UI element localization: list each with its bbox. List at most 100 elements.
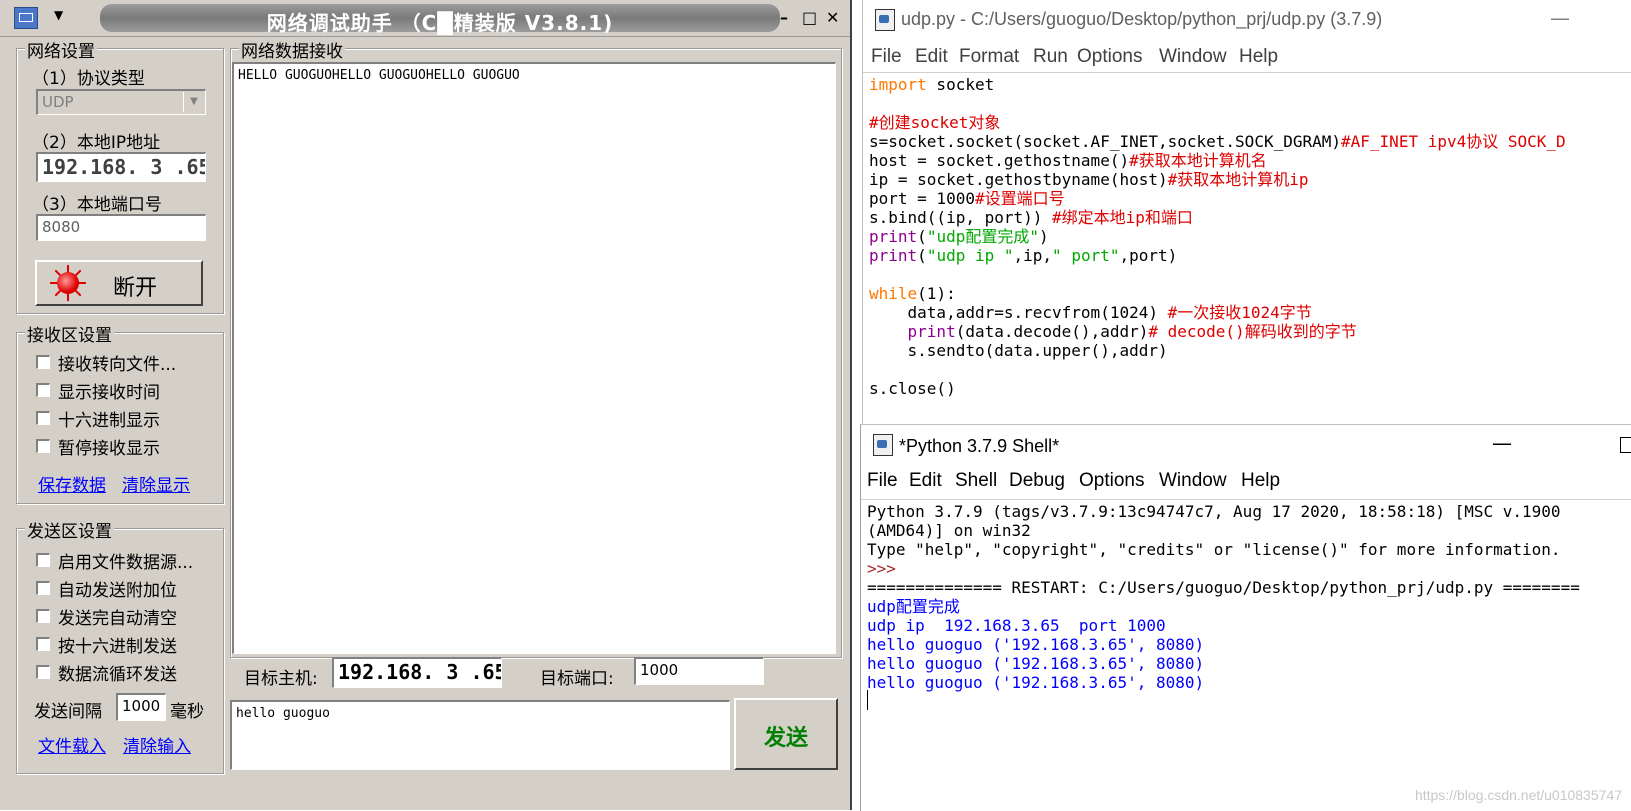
shell-title: *Python 3.7.9 Shell* — [899, 436, 1060, 456]
shell-line: Python 3.7.9 (tags/v3.7.9:13c94747c7, Au… — [867, 502, 1561, 521]
clear-input-link[interactable]: 清除输入 — [123, 732, 191, 757]
menu-file[interactable]: File — [867, 470, 898, 492]
watermark: https://blog.csdn.net/u010835747 — [1414, 787, 1622, 803]
disconnect-button[interactable]: 断开 — [35, 260, 203, 306]
shell-prompt: >>> — [867, 559, 896, 578]
code-editor[interactable]: import socket #创建socket对象 s=socket.socke… — [863, 72, 1631, 424]
menu-shell[interactable]: Shell — [955, 470, 997, 492]
target-host-label: 目标主机: — [244, 669, 318, 689]
send-button-label: 发送 — [763, 726, 808, 751]
editor-titlebar[interactable]: udp.py - C:/Users/guoguo/Desktop/python_… — [863, 0, 1631, 40]
load-file-link[interactable]: 文件载入 — [38, 732, 106, 757]
netassist-titlebar[interactable]: ▼ 网络调试助手 （C█精装版 V3.8.1) – □ ✕ — [0, 0, 850, 37]
menu-format[interactable]: Format — [959, 46, 1019, 68]
shell-line: hello guoguo ('192.168.3.65', 8080) — [867, 673, 1205, 692]
send-button[interactable]: 发送 — [734, 698, 838, 770]
local-ip-field[interactable]: 192.168. 3 .65 — [36, 152, 206, 182]
checkbox-hex-send[interactable] — [36, 637, 50, 651]
shell-line: hello guoguo ('192.168.3.65', 8080) — [867, 654, 1205, 673]
local-port-label: （3）本地端口号 — [32, 195, 162, 215]
local-port-field[interactable]: 8080 — [36, 214, 206, 241]
code-line: import socket — [869, 75, 995, 94]
shell-menubar: File Edit Shell Debug Options Window Hel… — [861, 467, 1631, 497]
minimize-icon[interactable]: — — [1492, 431, 1512, 455]
menu-window[interactable]: Window — [1159, 470, 1227, 492]
send-interval-field[interactable]: 1000 — [116, 693, 166, 721]
code-line: #创建socket对象 — [869, 113, 1001, 132]
send-content: hello guoguo — [236, 706, 330, 721]
maximize-icon[interactable]: □ — [802, 8, 817, 27]
checkbox-label: 启用文件数据源... — [58, 553, 194, 573]
target-port-field[interactable]: 1000 — [634, 657, 764, 685]
checkbox-pause-display[interactable] — [36, 439, 50, 453]
minimize-icon[interactable]: — — [1550, 6, 1570, 30]
code-line: print("udp配置完成") — [869, 227, 1049, 246]
code-line: data,addr=s.recvfrom(1024) #一次接收1024字节 — [869, 303, 1312, 322]
menu-edit[interactable]: Edit — [909, 470, 942, 492]
maximize-icon[interactable] — [1620, 437, 1631, 453]
save-data-link[interactable]: 保存数据 — [38, 471, 106, 496]
group-label: 接收区设置 — [25, 321, 114, 346]
chevron-down-icon[interactable]: ▼ — [183, 92, 204, 112]
menu-window[interactable]: Window — [1159, 46, 1227, 68]
code-line: print("udp ip ",ip," port",port) — [869, 246, 1178, 265]
code-line: ip = socket.gethostbyname(host)#获取本地计算机i… — [869, 170, 1309, 189]
disconnect-button-label: 断开 — [113, 276, 158, 301]
menu-run[interactable]: Run — [1033, 46, 1068, 68]
checkbox-show-recv-time[interactable] — [36, 383, 50, 397]
menu-options[interactable]: Options — [1077, 46, 1142, 68]
checkbox-recv-to-file[interactable] — [36, 355, 50, 369]
menu-options[interactable]: Options — [1079, 470, 1144, 492]
group-label: 网络设置 — [25, 37, 97, 62]
checkbox-auto-append[interactable] — [36, 581, 50, 595]
checkbox-loop-send[interactable] — [36, 665, 50, 679]
shell-line: hello guoguo ('192.168.3.65', 8080) — [867, 635, 1205, 654]
clear-display-link[interactable]: 清除显示 — [122, 471, 190, 496]
checkbox-hex-display[interactable] — [36, 411, 50, 425]
checkbox-label: 自动发送附加位 — [58, 581, 177, 601]
shell-line: udp配置完成 — [867, 597, 960, 616]
checkbox-auto-clear[interactable] — [36, 609, 50, 623]
minimize-icon[interactable]: – — [780, 8, 788, 27]
menu-file[interactable]: File — [871, 46, 902, 68]
window-title: 网络调试助手 （C█精装版 V3.8.1) — [266, 11, 614, 35]
group-label: 网络数据接收 — [239, 37, 345, 62]
menu-debug[interactable]: Debug — [1009, 470, 1065, 492]
python-file-icon — [875, 9, 895, 31]
checkbox-label: 按十六进制发送 — [58, 637, 177, 657]
led-status-icon — [57, 272, 79, 294]
send-textarea[interactable]: hello guoguo — [230, 700, 730, 770]
code-line: s.sendto(data.upper(),addr) — [869, 341, 1168, 360]
recv-textarea[interactable]: HELLO GUOGUOHELLO GUOGUOHELLO GUOGUO — [232, 62, 836, 654]
menu-help[interactable]: Help — [1239, 46, 1278, 68]
shell-line: ============== RESTART: C:/Users/guoguo/… — [867, 578, 1580, 597]
interval-unit-label: 毫秒 — [170, 702, 204, 722]
close-icon[interactable]: ✕ — [826, 8, 839, 27]
group-label: 发送区设置 — [25, 517, 114, 542]
menu-help[interactable]: Help — [1241, 470, 1280, 492]
system-menu-icon[interactable] — [14, 7, 38, 29]
shell-line: Type "help", "copyright", "credits" or "… — [867, 540, 1561, 559]
checkbox-label: 发送完自动清空 — [58, 609, 177, 629]
recv-content: HELLO GUOGUOHELLO GUOGUOHELLO GUOGUO — [238, 68, 520, 83]
checkbox-label: 十六进制显示 — [58, 411, 160, 431]
protocol-value: UDP — [42, 93, 74, 111]
code-line: while(1): — [869, 284, 956, 303]
target-port-label: 目标端口: — [540, 669, 614, 689]
title-banner: 网络调试助手 （C█精装版 V3.8.1) — [100, 4, 780, 35]
shell-output[interactable]: Python 3.7.9 (tags/v3.7.9:13c94747c7, Au… — [861, 499, 1631, 710]
checkbox-file-source[interactable] — [36, 553, 50, 567]
shell-line: (AMD64)] on win32 — [867, 521, 1031, 540]
target-host-field[interactable]: 192.168. 3 .65 — [332, 657, 502, 688]
shell-line: udp ip 192.168.3.65 port 1000 — [867, 616, 1166, 635]
editor-window: udp.py - C:/Users/guoguo/Desktop/python_… — [862, 0, 1631, 424]
menu-edit[interactable]: Edit — [915, 46, 948, 68]
protocol-select[interactable]: UDP ▼ — [36, 89, 206, 115]
code-line: host = socket.gethostname()#获取本地计算机名 — [869, 151, 1267, 170]
code-line: s=socket.socket(socket.AF_INET,socket.SO… — [869, 132, 1566, 151]
dropdown-arrow-icon[interactable]: ▼ — [54, 8, 63, 22]
checkbox-label: 数据流循环发送 — [58, 665, 177, 685]
checkbox-label: 暂停接收显示 — [58, 439, 160, 459]
netassist-window: ▼ 网络调试助手 （C█精装版 V3.8.1) – □ ✕ 网络设置 （1）协议… — [0, 0, 852, 810]
python-shell-icon — [873, 434, 893, 456]
